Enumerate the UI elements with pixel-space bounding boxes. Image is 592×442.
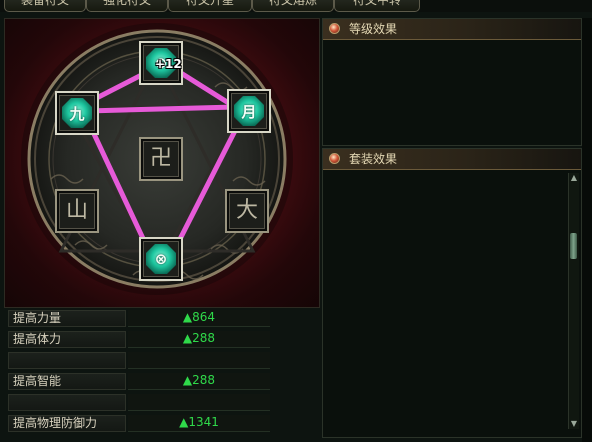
level-effect-title: 等级效果 [349, 22, 398, 36]
set-effect-panel: 套装效果 ▲ ▼ [322, 148, 582, 438]
rune-circle-panel: ⊕ +12 九 月 卍 山 大 ⊗ [4, 18, 320, 308]
stat-label [8, 352, 126, 369]
stat-value: ▲288 [128, 331, 270, 348]
rune-gem-icon: 九 [62, 98, 92, 128]
orb-icon [329, 153, 340, 164]
tab-rune-transfer[interactable]: 符文中转 [334, 0, 420, 12]
tab-enhance-rune[interactable]: 强化符文 [86, 0, 168, 12]
stat-label: 提高体力 [8, 331, 126, 348]
set-effect-header: 套装效果 [323, 149, 581, 170]
stat-label: 提高力量 [8, 310, 126, 327]
level-effect-panel: 等级效果 [322, 18, 582, 146]
rune-empty-icon: 卍 [149, 146, 172, 171]
rune-slot-bottom-right[interactable]: 大 [225, 189, 269, 233]
stat-row [4, 350, 318, 371]
rune-slot-bottom-left[interactable]: 山 [55, 189, 99, 233]
rune-slot-center[interactable]: 卍 [139, 137, 183, 181]
stat-row: 提高智能 ▲288 [4, 371, 318, 392]
scroll-up-icon[interactable]: ▲ [569, 173, 579, 183]
set-effect-title: 套装效果 [349, 152, 398, 166]
stat-value: ▲1341 [128, 415, 270, 432]
tab-bar: 装备符文 强化符文 符文升星 符文熔炼 符文中转 [0, 0, 592, 12]
rune-slot-left[interactable]: 九 [55, 91, 99, 135]
rune-empty-icon: 山 [65, 198, 88, 223]
stat-value [128, 394, 270, 411]
rune-gem-icon: ⊗ [146, 244, 176, 274]
set-effect-scrollbar[interactable]: ▲ ▼ [568, 173, 579, 429]
stat-value: ▲864 [128, 310, 270, 327]
rune-level-badge: +12 [155, 57, 182, 71]
rune-gem-icon: 月 [234, 96, 264, 126]
stat-row: 提高物理防御力 ▲1341 [4, 413, 318, 434]
stat-value [128, 352, 270, 369]
tab-rune-star[interactable]: 符文升星 [168, 0, 252, 12]
level-effect-header: 等级效果 [323, 19, 581, 40]
stat-value: ▲288 [128, 373, 270, 390]
rune-slot-bottom[interactable]: ⊗ [139, 237, 183, 281]
stat-row [4, 392, 318, 413]
scroll-thumb[interactable] [570, 233, 577, 259]
tab-rune-smelt[interactable]: 符文熔炼 [252, 0, 334, 12]
scroll-down-icon[interactable]: ▼ [569, 419, 579, 429]
stat-label [8, 394, 126, 411]
stat-list: 提高力量 ▲864 提高体力 ▲288 提高智能 ▲288 提高物理防御力 ▲1… [4, 308, 318, 434]
rune-slot-right[interactable]: 月 [227, 89, 271, 133]
window-edge [582, 18, 592, 442]
orb-icon [329, 23, 340, 34]
rune-empty-icon: 大 [235, 198, 258, 223]
stat-row: 提高力量 ▲864 [4, 308, 318, 329]
stat-label: 提高物理防御力 [8, 415, 126, 432]
stat-row: 提高体力 ▲288 [4, 329, 318, 350]
tab-equip-rune[interactable]: 装备符文 [4, 0, 86, 12]
stat-label: 提高智能 [8, 373, 126, 390]
